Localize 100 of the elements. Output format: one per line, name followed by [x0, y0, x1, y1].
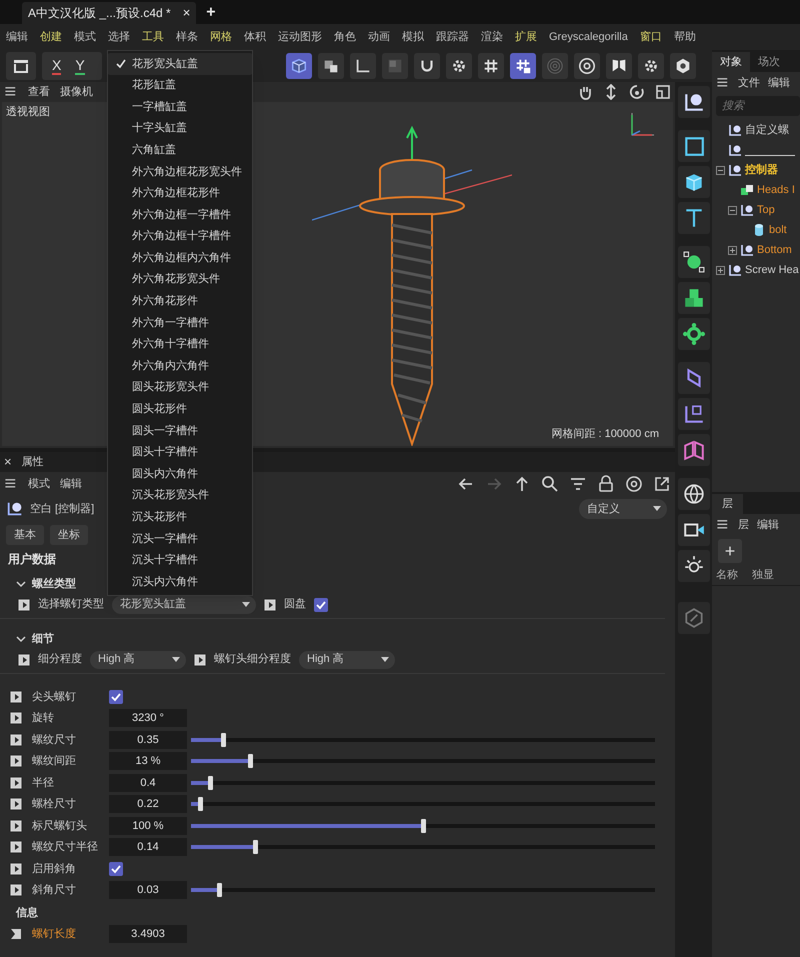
menu-item[interactable]: 编辑 [6, 28, 28, 46]
tree-item[interactable]: bolt [769, 222, 787, 238]
dropdown-option[interactable]: 十字头缸盖 [108, 118, 252, 140]
checkbox[interactable] [109, 690, 123, 704]
select-dropdown[interactable]: High 高 [299, 650, 395, 668]
menu-item[interactable]: 帮助 [674, 28, 696, 46]
number-field[interactable]: 100 % [109, 816, 187, 835]
dropdown-option[interactable]: 外六角边框十字槽件 [108, 226, 252, 248]
filter-icon[interactable] [569, 475, 587, 493]
maximize-icon[interactable] [655, 84, 671, 100]
object-tool-button[interactable] [678, 514, 710, 546]
panel-menu-item[interactable]: 层 [738, 516, 749, 534]
file-tab[interactable]: A中文汉化版 _...预设.c4d * × [22, 2, 196, 24]
target-icon[interactable] [625, 475, 643, 493]
number-field[interactable]: 0.22 [109, 795, 187, 814]
search-field[interactable]: 搜索 [716, 96, 800, 116]
tool-button[interactable] [670, 53, 696, 79]
menu-item[interactable]: 网格 [210, 28, 232, 46]
object-tool-button[interactable] [678, 86, 710, 118]
dropdown-option[interactable]: 沉头一字槽件 [108, 528, 252, 550]
dropdown-option[interactable]: 圆头十字槽件 [108, 442, 252, 464]
dropdown-option[interactable]: 外六角一字槽件 [108, 312, 252, 334]
close-tab-button[interactable]: × [182, 3, 190, 23]
dropdown-option[interactable]: 沉头十字槽件 [108, 550, 252, 572]
number-field[interactable]: 0.4 [109, 774, 187, 792]
external-link-icon[interactable] [653, 475, 671, 493]
tree-item[interactable]: 控制器 [745, 162, 778, 178]
tree-item[interactable]: 自定义螺 [745, 122, 789, 138]
menu-item[interactable]: 工具 [142, 28, 164, 46]
view-menu-item[interactable]: 查看 [28, 84, 50, 100]
number-field[interactable]: 13 % [109, 752, 187, 770]
dropdown-option[interactable]: 外六角十字槽件 [108, 334, 252, 356]
slider-thumb[interactable] [221, 732, 226, 747]
expand-toggle-icon[interactable] [716, 166, 725, 174]
menu-item[interactable]: 创建 [40, 28, 62, 46]
dropdown-option[interactable]: 外六角边框花形件 [108, 182, 252, 204]
dropdown-option[interactable]: 外六角花形宽头件 [108, 268, 252, 291]
chevron-icon[interactable] [16, 634, 26, 644]
pan-icon[interactable] [577, 84, 593, 100]
object-tool-button[interactable] [678, 362, 710, 394]
menu-item[interactable]: 运动图形 [278, 28, 322, 46]
panel-menu-item[interactable]: 编辑 [60, 476, 82, 492]
tool-button[interactable] [318, 53, 344, 79]
dropdown-option[interactable]: 外六角边框内六角件 [108, 247, 252, 269]
dropdown-option[interactable]: 外六角边框花形宽头件 [108, 160, 252, 183]
menu-item[interactable]: 渲染 [481, 28, 503, 46]
object-tool-button[interactable] [678, 478, 710, 510]
slider-thumb[interactable] [248, 754, 254, 768]
tree-item[interactable]: Bottom [757, 242, 792, 258]
close-panel-button[interactable]: × [4, 452, 12, 472]
checkbox[interactable] [314, 598, 328, 612]
menu-item[interactable]: 角色 [334, 28, 356, 46]
tool-button[interactable] [638, 53, 664, 79]
slider-thumb[interactable] [253, 840, 258, 854]
axis-toggle[interactable]: X [52, 57, 62, 75]
object-tool-button[interactable] [678, 246, 710, 278]
number-field[interactable]: 0.03 [109, 881, 187, 900]
menu-item[interactable]: 样条 [176, 28, 198, 46]
panel-tab[interactable]: 对象 [712, 52, 750, 72]
tree-item[interactable]: Screw Hea [745, 262, 799, 278]
dropdown-option[interactable]: 圆头内六角件 [108, 463, 252, 485]
object-tool-button[interactable] [678, 166, 710, 198]
select-dropdown[interactable]: High 高 [90, 650, 186, 668]
menu-item[interactable]: 窗口 [640, 28, 662, 46]
dropdown-option[interactable]: 沉头花形件 [108, 506, 252, 528]
dropdown-option[interactable]: 沉头内六角件 [108, 571, 252, 593]
add-layer-button[interactable]: + [718, 539, 742, 563]
tool-button[interactable] [478, 53, 504, 79]
tool-button[interactable] [606, 53, 632, 79]
panel-menu-item[interactable]: 文件 [738, 74, 760, 92]
tool-button[interactable] [286, 53, 312, 79]
render-button[interactable] [6, 52, 36, 80]
tool-button[interactable] [574, 53, 600, 79]
tool-button[interactable] [350, 53, 376, 79]
object-tool-button[interactable] [678, 550, 710, 582]
chevron-icon[interactable] [16, 579, 26, 589]
menu-item[interactable]: Greyscalegorilla [549, 28, 628, 46]
axis-toggle[interactable]: Y [75, 57, 85, 75]
dropdown-option[interactable]: 外六角花形件 [108, 290, 252, 312]
menu-item[interactable]: 选择 [108, 28, 130, 46]
attribute-tab[interactable]: 坐标 [50, 525, 88, 545]
dropdown-option[interactable]: 圆头一字槽件 [108, 420, 252, 442]
menu-item[interactable]: 模拟 [402, 28, 424, 46]
number-field[interactable]: 3230 ° [109, 709, 187, 728]
panel-menu-item[interactable]: 模式 [28, 476, 50, 492]
panel-menu-item[interactable]: 编辑 [757, 516, 779, 534]
slider-thumb[interactable] [208, 776, 213, 790]
rotate-icon[interactable] [629, 84, 645, 100]
search-icon[interactable] [541, 475, 559, 493]
number-field[interactable]: 0.14 [109, 838, 187, 856]
slider-thumb[interactable] [216, 883, 222, 898]
preset-dropdown[interactable]: 自定义 [579, 499, 667, 519]
expand-toggle-icon[interactable] [728, 206, 737, 214]
tree-item[interactable]: Top [757, 202, 775, 218]
menu-item[interactable]: 跟踪器 [436, 28, 469, 46]
dropdown-option[interactable]: 外六角边框一字槽件 [108, 204, 252, 226]
dropdown-option[interactable]: 花形缸盖 [108, 74, 252, 96]
panel-menu-item[interactable]: 编辑 [768, 74, 790, 92]
dropdown-option[interactable]: 花形宽头缸盖 [108, 53, 252, 75]
dropdown-option[interactable]: 一字槽缸盖 [108, 96, 252, 118]
